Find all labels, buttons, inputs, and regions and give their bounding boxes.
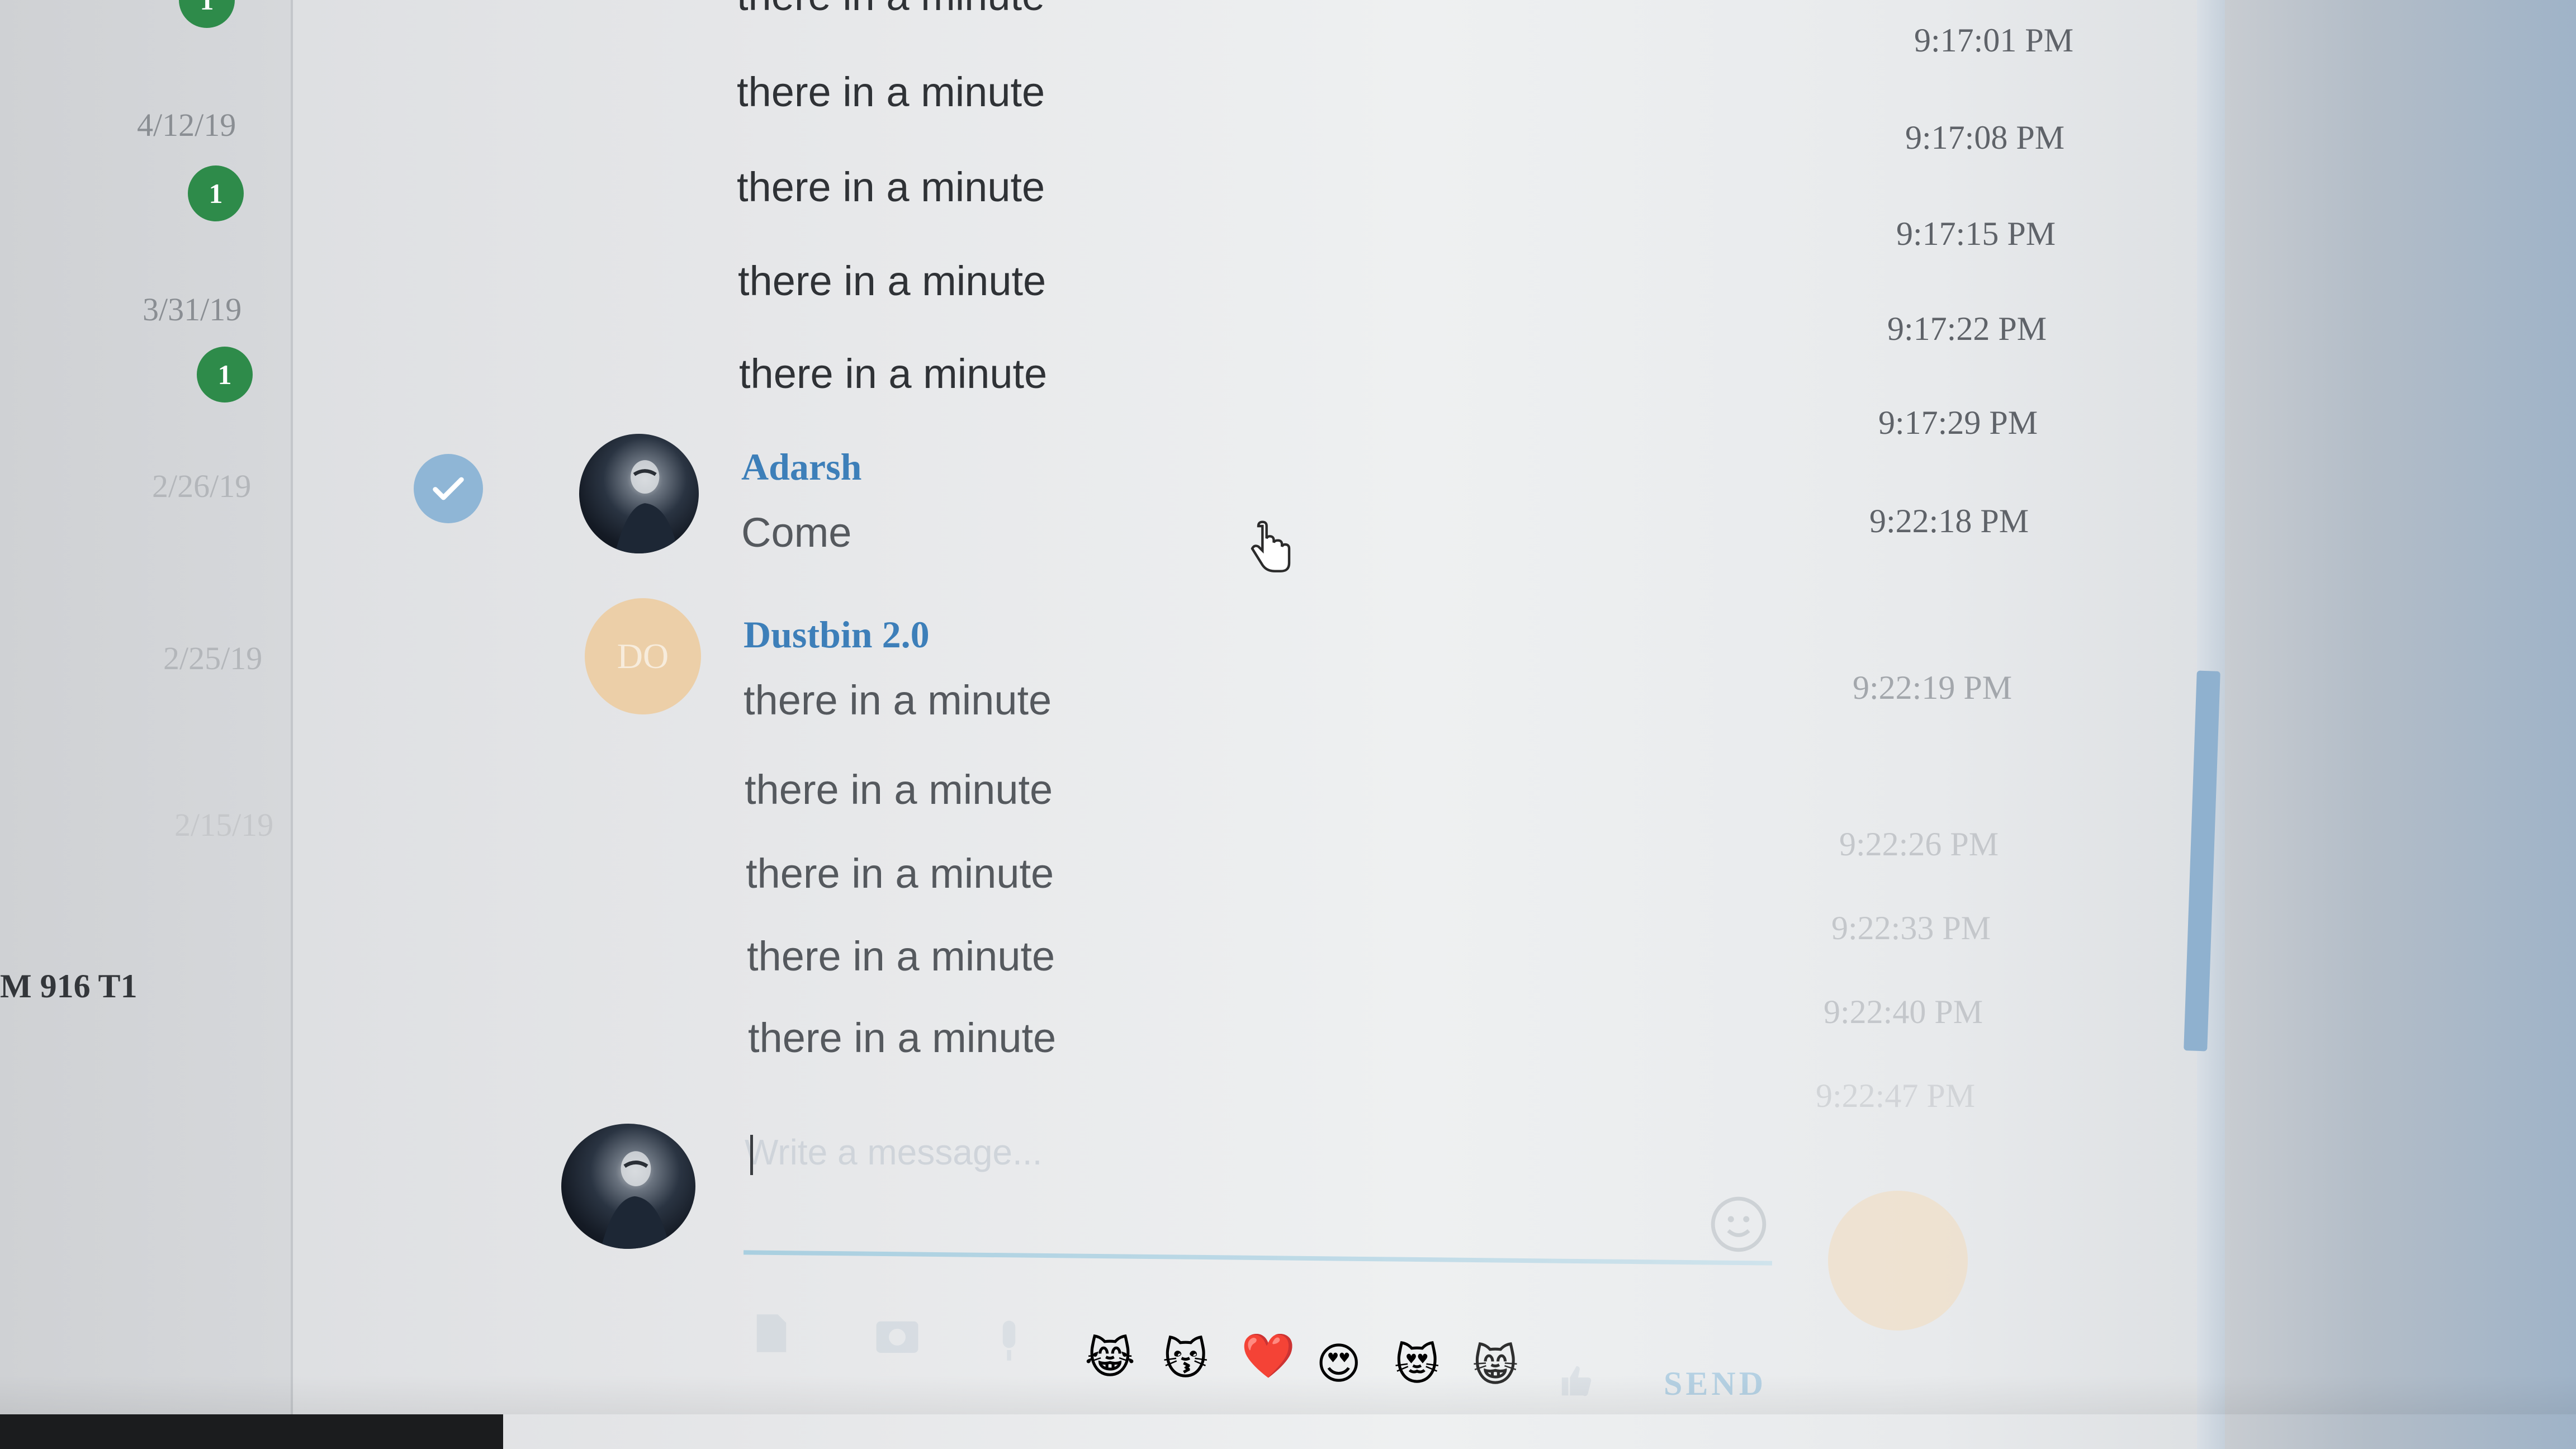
voice-record-button[interactable]	[1828, 1191, 1968, 1330]
input-underline	[744, 1250, 1772, 1266]
chat-date: 2/25/19	[163, 640, 263, 676]
message-time: 9:22:33 PM	[1831, 910, 1991, 946]
microphone-icon[interactable]	[989, 1314, 1029, 1370]
message-text: there in a minute	[737, 164, 1045, 210]
message-text: there in a minute	[744, 677, 1052, 723]
message-time: 9:17:01 PM	[1914, 22, 2074, 59]
window-background	[2225, 0, 2576, 1449]
emoji-cat-kiss[interactable]: 😽	[1163, 1337, 1208, 1381]
sender-name[interactable]: Dustbin 2.0	[744, 613, 930, 657]
message-time: 9:17:22 PM	[1887, 310, 2047, 347]
monitor-bezel	[0, 1414, 503, 1449]
message-time: 9:22:19 PM	[1853, 669, 2012, 706]
message-text: there in a minute	[737, 69, 1045, 115]
message-time: 9:17:15 PM	[1896, 215, 2056, 252]
attach-file-icon[interactable]	[744, 1303, 799, 1364]
chat-date: 4/12/19	[137, 107, 236, 143]
message-text: there in a minute	[746, 850, 1054, 897]
message-time: 9:17:08 PM	[1905, 119, 2065, 156]
emoji-picker-icon[interactable]	[1705, 1191, 1772, 1258]
message-time: 9:22:18 PM	[1869, 503, 2029, 539]
my-avatar[interactable]	[561, 1124, 695, 1249]
avatar-adarsh[interactable]	[579, 434, 699, 553]
emoji-heart[interactable]: ❤️	[1241, 1334, 1295, 1377]
message-time: 9:17:29 PM	[1878, 404, 2038, 441]
chat-date: 2/15/19	[174, 807, 274, 843]
message-text: there in a minute	[747, 933, 1055, 979]
telegram-desktop-window: 1 4/12/19 1 3/31/19 1 2/26/19 2/25/19 2/…	[0, 0, 2576, 1449]
avatar-dustbin[interactable]: DO	[585, 598, 701, 714]
attach-photo-icon[interactable]	[866, 1308, 928, 1364]
hand-cursor-icon	[1246, 520, 1296, 584]
chat-date: 2/26/19	[152, 468, 252, 504]
chat-date: 3/31/19	[143, 291, 242, 328]
message-text: there in a minute	[748, 1015, 1057, 1061]
message-text: there in a minute	[737, 0, 1045, 20]
screen-edge-shadow	[0, 1375, 2576, 1414]
unread-badge: 1	[179, 0, 235, 28]
emoji-cat-joy[interactable]: 😹	[1085, 1336, 1135, 1380]
sender-name[interactable]: Adarsh	[741, 445, 861, 489]
text-caret	[750, 1135, 753, 1175]
message-time: 9:22:47 PM	[1816, 1077, 1976, 1114]
message-input[interactable]	[744, 1118, 1769, 1186]
unread-badge: 1	[197, 347, 253, 402]
selected-check-icon	[414, 454, 483, 523]
chat-name[interactable]: M 916 T1	[0, 967, 138, 1006]
unread-badge: 1	[188, 165, 244, 221]
message-text: there in a minute	[745, 766, 1053, 813]
chat-list[interactable]: 1 4/12/19 1 3/31/19 1 2/26/19 2/25/19 2/…	[0, 0, 293, 1449]
message-time: 9:22:40 PM	[1824, 993, 1983, 1030]
message-text: there in a minute	[739, 351, 1048, 397]
message-text: there in a minute	[738, 258, 1046, 304]
message-text: Come	[741, 509, 852, 556]
message-time: 9:22:26 PM	[1839, 826, 1999, 863]
